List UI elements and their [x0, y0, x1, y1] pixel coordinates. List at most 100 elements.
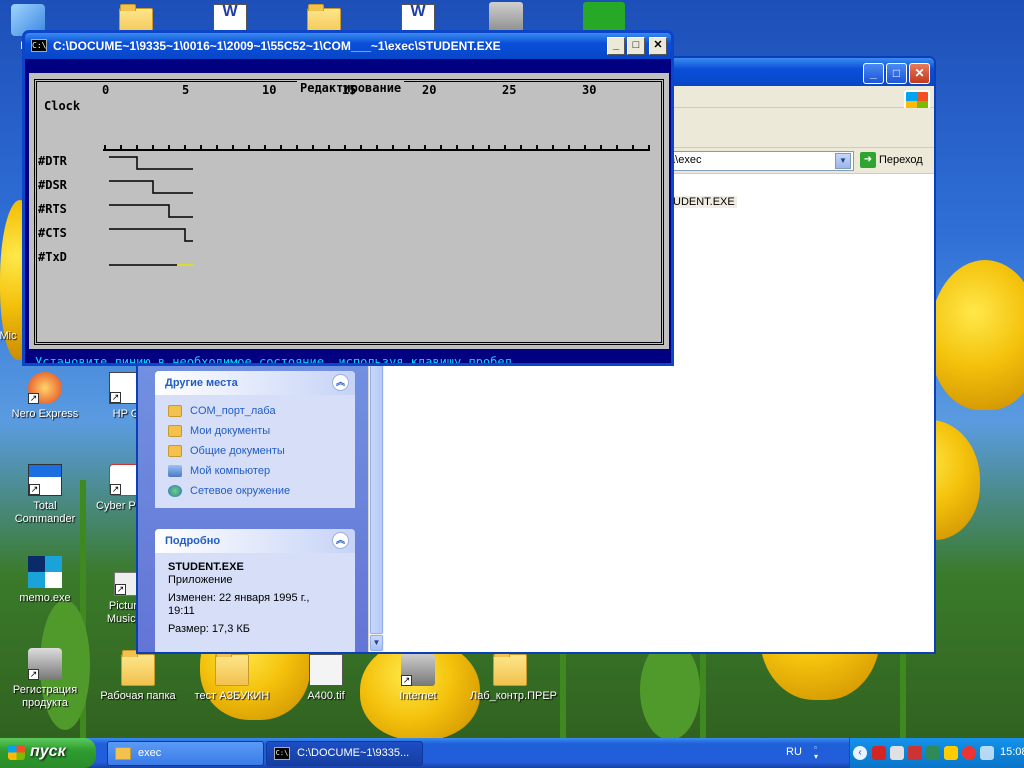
- start-label: пуск: [30, 743, 66, 760]
- total-commander-icon: ↗: [28, 464, 62, 496]
- internet-icon: ↗: [401, 654, 435, 686]
- wallpaper-leaf: [640, 640, 700, 740]
- details-size: Размер: 17,3 КБ: [168, 623, 251, 635]
- address-input[interactable]: ба\exec ▼: [658, 151, 854, 171]
- picture-music-icon: ↗: [114, 572, 138, 596]
- chevron-down-icon[interactable]: ▼: [835, 153, 851, 169]
- status-line: Установите линию в необходимое состояние…: [35, 355, 512, 366]
- signal-waveform: [109, 180, 193, 194]
- place-link-my-computer[interactable]: Мой компьютер: [155, 461, 355, 481]
- chevron-left-icon[interactable]: ‹: [853, 746, 867, 760]
- timing-diagram[interactable]: [29, 73, 669, 349]
- nero-icon: ↗: [28, 372, 62, 404]
- desktop-icon-label: Рабочая папка: [100, 690, 176, 702]
- minimize-button[interactable]: _: [863, 63, 884, 84]
- shortcut-arrow-icon: ↗: [115, 584, 126, 595]
- command-prompt-icon[interactable]: C:\: [31, 39, 47, 52]
- maximize-button[interactable]: □: [627, 37, 645, 55]
- place-link-network[interactable]: Сетевое окружение: [155, 481, 355, 501]
- other-places-header[interactable]: Другие места ︽: [155, 371, 355, 395]
- desktop-icon-memo[interactable]: memo.exe: [5, 556, 85, 605]
- folder-icon: [168, 425, 182, 438]
- shortcut-arrow-icon: ↗: [401, 675, 412, 686]
- panel-title: Другие места: [165, 377, 238, 389]
- computer-icon: [168, 465, 182, 478]
- details-modified: Изменен: 22 января 1995 г., 19:11: [168, 592, 310, 617]
- windows-logo-icon: [8, 745, 25, 760]
- folder-icon: [121, 650, 155, 686]
- shortcut-arrow-icon: ↗: [28, 669, 39, 680]
- task-label: exec: [138, 747, 162, 759]
- desktop-icon-total-commander[interactable]: ↗ Total Commander: [5, 464, 85, 526]
- go-button[interactable]: ➜ Переход: [858, 151, 925, 171]
- folder-icon: [168, 445, 182, 458]
- command-prompt-icon: C:\: [274, 747, 290, 760]
- folder-icon: [215, 650, 249, 686]
- desktop-icon-test-folder[interactable]: тест АЗБУКИН: [192, 650, 272, 703]
- desktop-icon-internet[interactable]: ↗ Internet: [378, 654, 458, 703]
- language-bar-icon[interactable]: ▫ ▾: [814, 743, 824, 761]
- desktop-icon-registration[interactable]: ↗ Регистрация продукта: [5, 648, 85, 710]
- shortcut-arrow-icon: ↗: [110, 484, 121, 495]
- other-places-panel: Другие места ︽ COM_порт_лаба Мои документ…: [155, 371, 355, 508]
- desktop-icon-lab-folder[interactable]: Лаб_контр.ПРЕР: [470, 650, 557, 703]
- desktop-icon-label: Internet: [399, 690, 437, 702]
- taskbar: пуск exec C:\ C:\DOCUME~1\9335... RU ▫ ▾ ‹…: [0, 738, 1024, 768]
- shortcut-arrow-icon: ↗: [29, 484, 40, 495]
- place-link-label: Общие документы: [190, 445, 285, 457]
- place-link-label: Мой компьютер: [190, 465, 271, 477]
- desktop-icon-label: Total Commander: [14, 500, 76, 525]
- minimize-button[interactable]: _: [607, 37, 625, 55]
- printer-icon[interactable]: [890, 746, 904, 760]
- close-button[interactable]: ✕: [649, 37, 667, 55]
- taskbar-item-exec[interactable]: exec: [107, 741, 264, 766]
- network-disconnected-icon[interactable]: [908, 746, 922, 760]
- collapse-chevron-icon[interactable]: ︽: [332, 374, 349, 391]
- desktop-icon-nero-express[interactable]: ↗ Nero Express: [5, 372, 85, 421]
- taskbar-item-console[interactable]: C:\ C:\DOCUME~1\9335...: [266, 741, 423, 766]
- desktop-icon-label: Nero Express: [11, 408, 79, 420]
- image-file-icon: [309, 654, 343, 686]
- tray-clock[interactable]: 15:08: [1000, 746, 1024, 758]
- editor-area: Редактирование Clock 0 5 10 15 20 25 30 #DTR #D…: [29, 73, 669, 349]
- maximize-button[interactable]: □: [886, 63, 907, 84]
- place-link-label: COM_порт_лаба: [190, 405, 276, 417]
- console-window[interactable]: C:\ C:\DOCUME~1\9335~1\0016~1\2009~1\55C…: [22, 30, 674, 366]
- language-indicator[interactable]: RU: [786, 746, 802, 758]
- desktop-icon-label: A400.tif: [307, 690, 345, 702]
- console-titlebar[interactable]: C:\ C:\DOCUME~1\9335~1\0016~1\2009~1\55C…: [25, 33, 671, 59]
- desktop-icon-label: memo.exe: [19, 592, 71, 604]
- folder-icon: [493, 650, 527, 686]
- place-link-label: Сетевое окружение: [190, 485, 291, 497]
- antivirus-icon[interactable]: [872, 746, 886, 760]
- place-link-label: Мои документы: [190, 425, 271, 437]
- safely-remove-icon[interactable]: [980, 746, 994, 760]
- console-screen[interactable]: Редактирование Clock 0 5 10 15 20 25 30 #DTR #D…: [25, 59, 671, 363]
- tulip-flower: [930, 260, 1024, 410]
- folder-icon: [168, 405, 182, 418]
- place-link-shared-documents[interactable]: Общие документы: [155, 441, 355, 461]
- place-link-my-documents[interactable]: Мои документы: [155, 421, 355, 441]
- place-link-com-port[interactable]: COM_порт_лаба: [155, 401, 355, 421]
- details-file-type: Приложение: [168, 574, 233, 586]
- system-tray: ‹ 15:08: [849, 738, 1024, 768]
- yandex-icon[interactable]: [962, 746, 976, 760]
- desktop-icon-label: тест АЗБУКИН: [194, 690, 270, 702]
- file-item-student-exe[interactable]: UDENT.EXE: [671, 196, 737, 208]
- task-label: C:\DOCUME~1\9335...: [297, 747, 410, 759]
- signal-label: #DTR: [38, 154, 67, 168]
- collapse-chevron-icon[interactable]: ︽: [332, 532, 349, 549]
- start-button[interactable]: пуск: [0, 738, 96, 768]
- details-header[interactable]: Подробно ︽: [155, 529, 355, 553]
- scroll-down-icon[interactable]: ▼: [370, 635, 383, 651]
- close-button[interactable]: ✕: [909, 63, 930, 84]
- signal-label: #CTS: [38, 226, 67, 240]
- desktop-icon-label: Регистрация продукта: [12, 684, 78, 709]
- desktop-icon-a400-tif[interactable]: A400.tif: [286, 654, 366, 703]
- desktop-icon-label: Mic: [0, 330, 17, 342]
- speaker-icon[interactable]: [944, 746, 958, 760]
- network-icon[interactable]: [926, 746, 940, 760]
- panel-title: Подробно: [165, 535, 221, 547]
- arrow-right-icon: ➜: [860, 152, 876, 169]
- desktop-icon-work-folder[interactable]: Рабочая папка: [98, 650, 178, 703]
